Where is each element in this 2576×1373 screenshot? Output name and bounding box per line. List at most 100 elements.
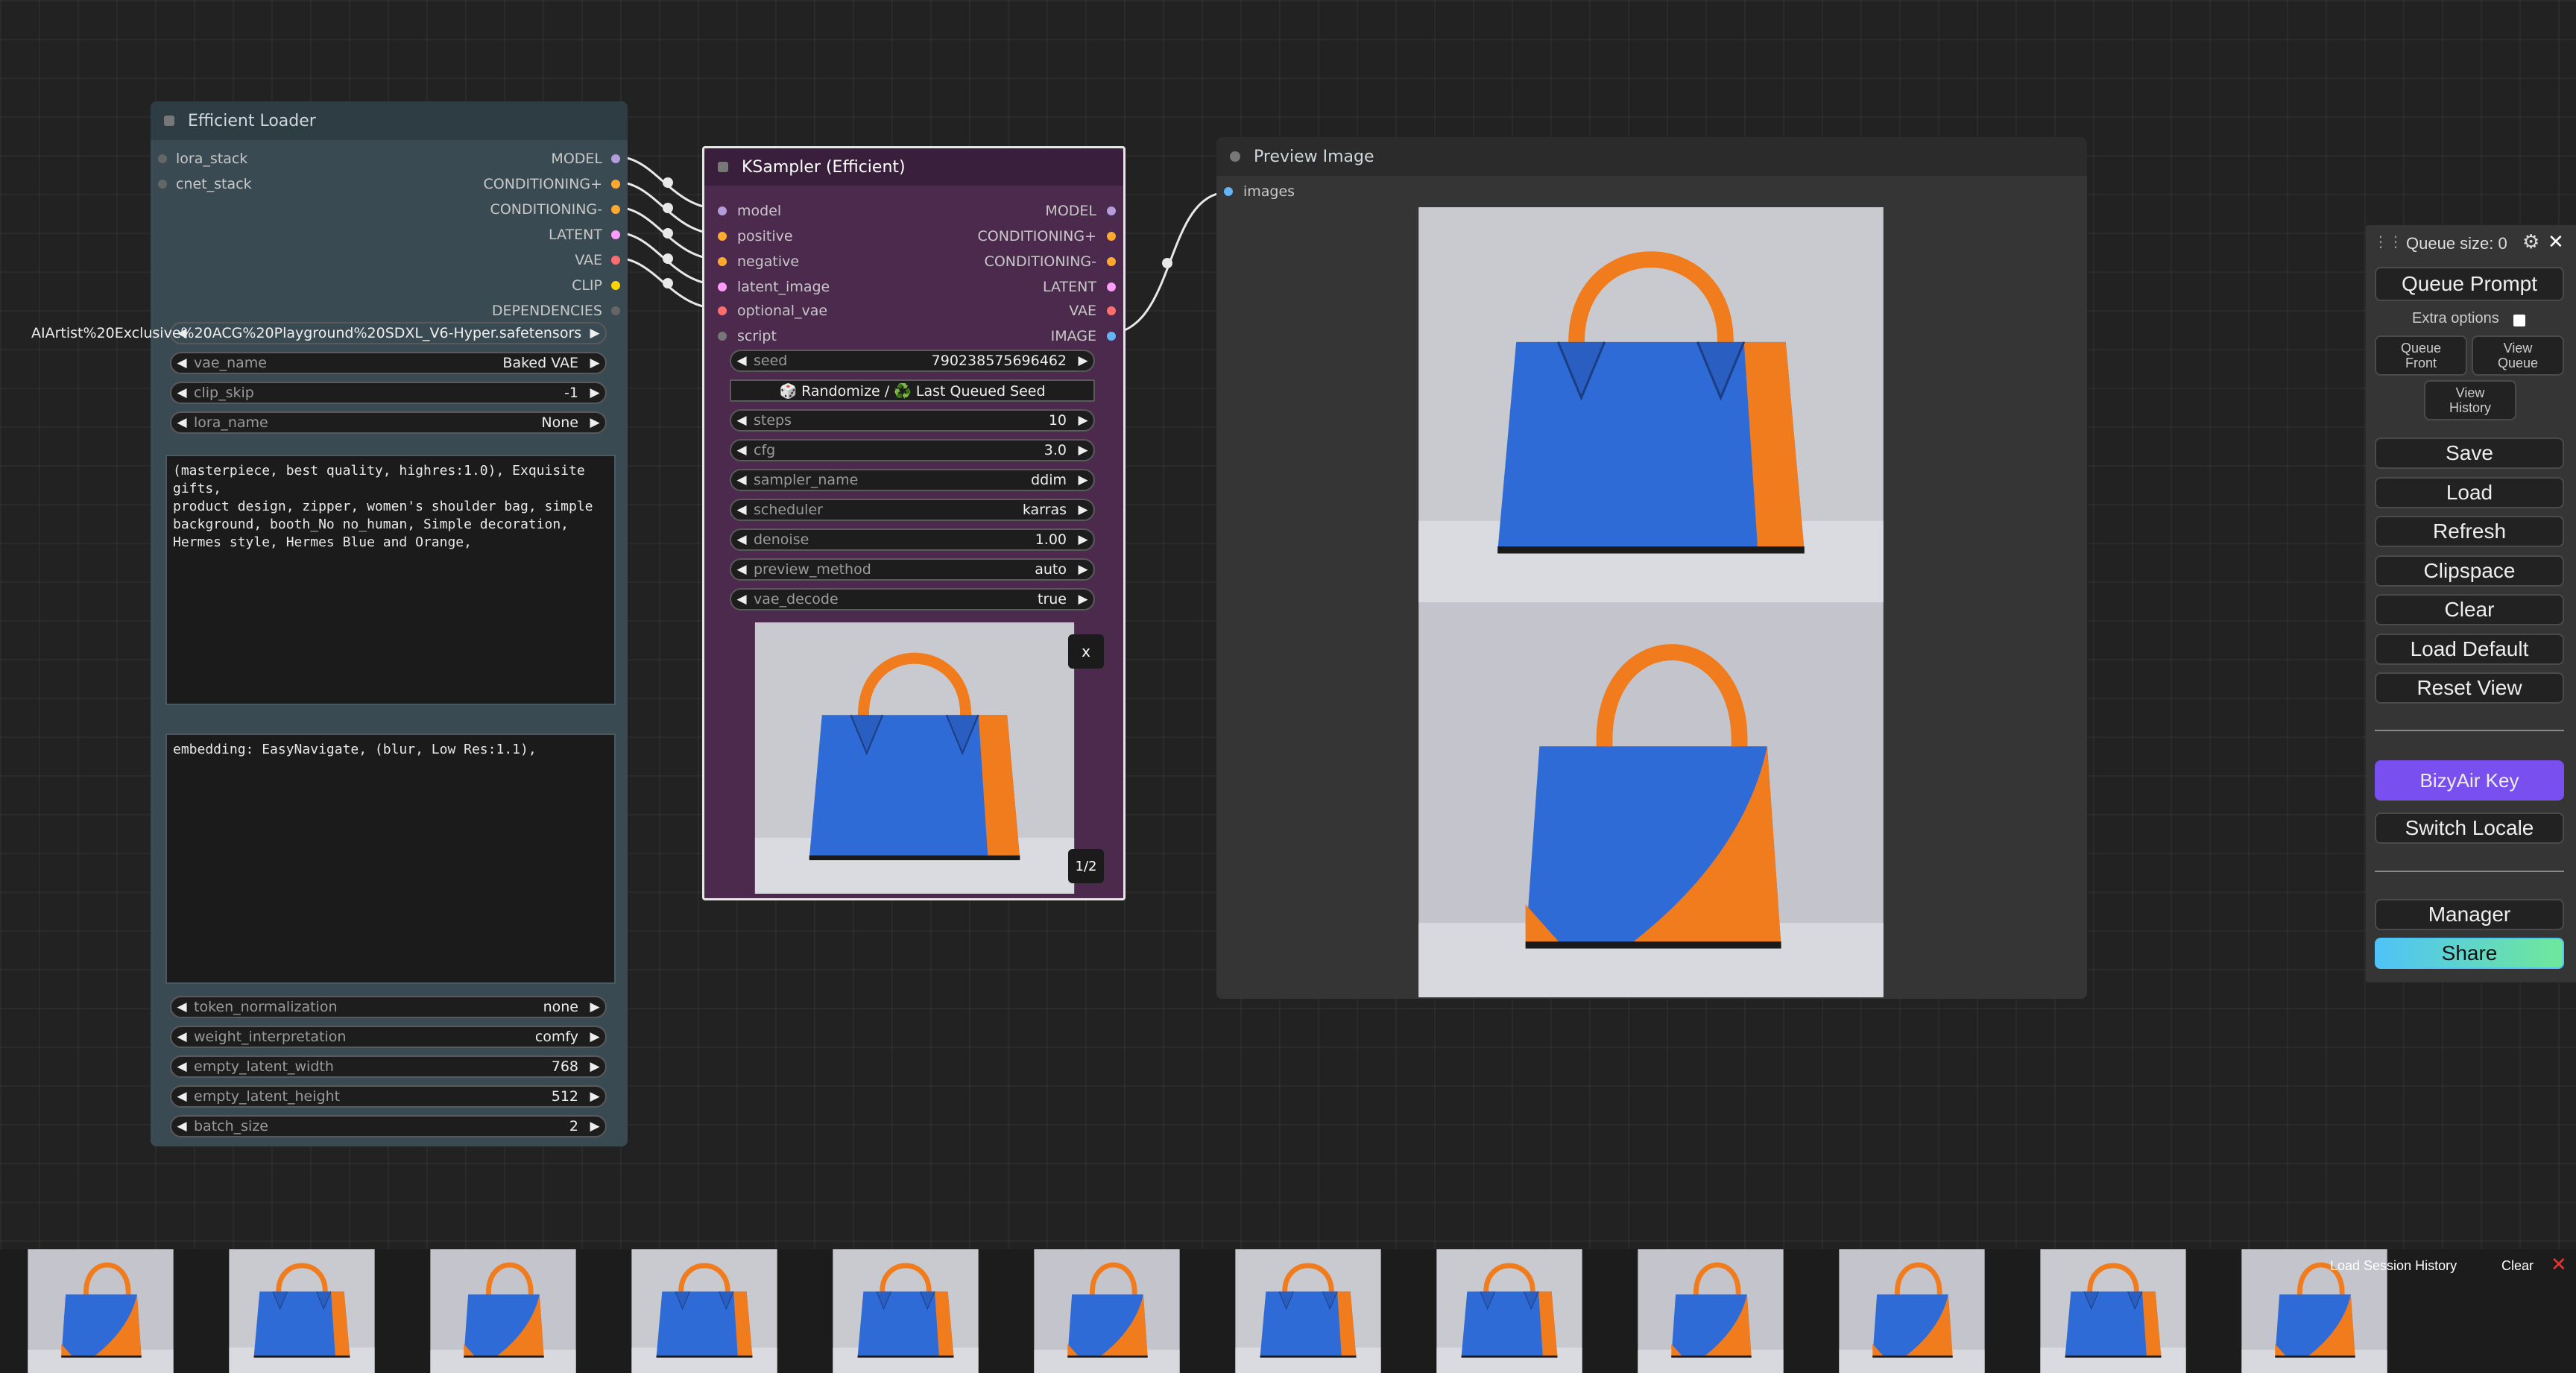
preview-counter[interactable]: 1/2 bbox=[1068, 849, 1104, 883]
output-slot-conditioning-minus[interactable]: CONDITIONING- bbox=[490, 198, 620, 221]
output-slot-vae[interactable]: VAE bbox=[575, 249, 620, 271]
randomize-seed-button[interactable]: 🎲 Randomize / ♻️ Last Queued Seed bbox=[730, 379, 1095, 402]
close-preview-button[interactable]: x bbox=[1068, 634, 1104, 669]
sampler-name-widget[interactable]: ◀ sampler_name ddim ▶ bbox=[730, 469, 1095, 491]
decrement-arrow-icon[interactable]: ◀ bbox=[731, 532, 752, 547]
preview-image-1[interactable] bbox=[1354, 207, 1948, 602]
history-thumbnail[interactable] bbox=[201, 1249, 402, 1373]
history-thumbnail[interactable] bbox=[1208, 1249, 1409, 1373]
increment-arrow-icon[interactable]: ▶ bbox=[584, 1119, 605, 1134]
batch-size-widget[interactable]: ◀ batch_size 2 ▶ bbox=[170, 1115, 607, 1137]
output-slot-image[interactable]: IMAGE bbox=[1051, 325, 1116, 347]
increment-arrow-icon[interactable]: ▶ bbox=[1073, 502, 1093, 517]
increment-arrow-icon[interactable]: ▶ bbox=[584, 326, 605, 341]
history-thumbnail[interactable] bbox=[0, 1249, 201, 1373]
increment-arrow-icon[interactable]: ▶ bbox=[1073, 473, 1093, 487]
output-slot-dependencies[interactable]: DEPENDENCIES bbox=[492, 300, 620, 322]
increment-arrow-icon[interactable]: ▶ bbox=[1073, 413, 1093, 428]
share-button[interactable]: Share bbox=[2375, 938, 2564, 969]
decrement-arrow-icon[interactable]: ◀ bbox=[731, 353, 752, 368]
input-slot-images[interactable]: images bbox=[1224, 180, 1295, 203]
output-slot-vae[interactable]: VAE bbox=[1069, 300, 1116, 322]
reset-view-button[interactable]: Reset View bbox=[2375, 672, 2564, 704]
ksampler-node[interactable]: KSampler (Efficient) model positive nega… bbox=[702, 146, 1126, 900]
preview-image-title-bar[interactable]: Preview Image bbox=[1216, 137, 2087, 176]
steps-widget[interactable]: ◀ steps 10 ▶ bbox=[730, 409, 1095, 432]
history-thumbnail[interactable] bbox=[1811, 1249, 2012, 1373]
clear-button[interactable]: Clear bbox=[2375, 594, 2564, 625]
collapse-icon[interactable] bbox=[164, 116, 174, 126]
input-slot-script[interactable]: script bbox=[718, 325, 777, 347]
output-slot-model[interactable]: MODEL bbox=[1045, 200, 1116, 222]
view-queue-button[interactable]: View Queue bbox=[2472, 335, 2564, 376]
output-slot-latent[interactable]: LATENT bbox=[549, 224, 620, 246]
increment-arrow-icon[interactable]: ▶ bbox=[584, 385, 605, 400]
history-thumbnail[interactable] bbox=[604, 1249, 805, 1373]
input-slot-latent-image[interactable]: latent_image bbox=[718, 276, 830, 298]
vae-decode-widget[interactable]: ◀ vae_decode true ▶ bbox=[730, 588, 1095, 610]
increment-arrow-icon[interactable]: ▶ bbox=[1073, 562, 1093, 577]
scheduler-widget[interactable]: ◀ scheduler karras ▶ bbox=[730, 499, 1095, 521]
drag-handle-icon[interactable]: ⋮⋮ bbox=[2373, 233, 2403, 250]
positive-prompt-textarea[interactable]: (masterpiece, best quality, highres:1.0)… bbox=[165, 455, 616, 705]
history-thumbnail[interactable] bbox=[1610, 1249, 1811, 1373]
queue-front-button[interactable]: Queue Front bbox=[2375, 335, 2467, 376]
decrement-arrow-icon[interactable]: ◀ bbox=[731, 502, 752, 517]
input-slot-lora-stack[interactable]: lora_stack bbox=[158, 148, 247, 170]
clipspace-button[interactable]: Clipspace bbox=[2375, 555, 2564, 587]
refresh-button[interactable]: Refresh bbox=[2375, 516, 2564, 547]
decrement-arrow-icon[interactable]: ◀ bbox=[731, 562, 752, 577]
output-slot-conditioning-plus[interactable]: CONDITIONING+ bbox=[977, 225, 1116, 247]
preview-image-node[interactable]: Preview Image images bbox=[1216, 137, 2087, 999]
history-thumbnail[interactable] bbox=[1006, 1249, 1208, 1373]
history-thumbnail[interactable] bbox=[2012, 1249, 2214, 1373]
cfg-widget[interactable]: ◀ cfg 3.0 ▶ bbox=[730, 439, 1095, 461]
increment-arrow-icon[interactable]: ▶ bbox=[1073, 353, 1093, 368]
collapse-icon[interactable] bbox=[1230, 151, 1240, 162]
decrement-arrow-icon[interactable]: ◀ bbox=[171, 1029, 192, 1044]
increment-arrow-icon[interactable]: ▶ bbox=[584, 1029, 605, 1044]
empty-latent-width-widget[interactable]: ◀ empty_latent_width 768 ▶ bbox=[170, 1055, 607, 1078]
preview-method-widget[interactable]: ◀ preview_method auto ▶ bbox=[730, 558, 1095, 581]
increment-arrow-icon[interactable]: ▶ bbox=[1073, 532, 1093, 547]
input-slot-negative[interactable]: negative bbox=[718, 250, 799, 273]
history-thumbnail[interactable] bbox=[1409, 1249, 1610, 1373]
efficient-loader-node[interactable]: Efficient Loader lora_stack cnet_stack M… bbox=[151, 101, 628, 1146]
decrement-arrow-icon[interactable]: ◀ bbox=[171, 1059, 192, 1074]
close-icon[interactable]: ✕ bbox=[2548, 231, 2564, 253]
input-slot-model[interactable]: model bbox=[718, 200, 781, 222]
vae-name-widget[interactable]: ◀ vae_name Baked VAE ▶ bbox=[170, 352, 607, 374]
gear-icon[interactable]: ⚙ bbox=[2522, 231, 2539, 253]
load-default-button[interactable]: Load Default bbox=[2375, 634, 2564, 665]
decrement-arrow-icon[interactable]: ◀ bbox=[171, 415, 192, 430]
queue-prompt-button[interactable]: Queue Prompt bbox=[2375, 267, 2564, 301]
input-slot-cnet-stack[interactable]: cnet_stack bbox=[158, 173, 252, 195]
increment-arrow-icon[interactable]: ▶ bbox=[584, 415, 605, 430]
increment-arrow-icon[interactable]: ▶ bbox=[1073, 443, 1093, 458]
efficient-loader-title-bar[interactable]: Efficient Loader bbox=[151, 101, 628, 140]
clip-skip-widget[interactable]: ◀ clip_skip -1 ▶ bbox=[170, 382, 607, 404]
switch-locale-button[interactable]: Switch Locale bbox=[2375, 812, 2564, 844]
bizyair-key-button[interactable]: BizyAir Key bbox=[2375, 760, 2564, 801]
decrement-arrow-icon[interactable]: ◀ bbox=[171, 1089, 192, 1104]
increment-arrow-icon[interactable]: ▶ bbox=[584, 1089, 605, 1104]
token-normalization-widget[interactable]: ◀ token_normalization none ▶ bbox=[170, 996, 607, 1018]
decrement-arrow-icon[interactable]: ◀ bbox=[731, 592, 752, 607]
decrement-arrow-icon[interactable]: ◀ bbox=[171, 1000, 192, 1014]
decrement-arrow-icon[interactable]: ◀ bbox=[171, 1119, 192, 1134]
preview-image-2[interactable] bbox=[1354, 602, 1948, 997]
weight-interpretation-widget[interactable]: ◀ weight_interpretation comfy ▶ bbox=[170, 1026, 607, 1048]
input-slot-positive[interactable]: positive bbox=[718, 225, 793, 247]
output-slot-clip[interactable]: CLIP bbox=[572, 274, 620, 297]
collapse-icon[interactable] bbox=[718, 162, 728, 172]
increment-arrow-icon[interactable]: ▶ bbox=[584, 356, 605, 370]
input-slot-optional-vae[interactable]: optional_vae bbox=[718, 300, 827, 322]
manager-button[interactable]: Manager bbox=[2375, 899, 2564, 930]
negative-prompt-textarea[interactable]: embedding: EasyNavigate, (blur, Low Res:… bbox=[165, 733, 616, 984]
load-button[interactable]: Load bbox=[2375, 477, 2564, 508]
increment-arrow-icon[interactable]: ▶ bbox=[584, 1000, 605, 1014]
increment-arrow-icon[interactable]: ▶ bbox=[584, 1059, 605, 1074]
output-slot-conditioning-plus[interactable]: CONDITIONING+ bbox=[483, 173, 620, 195]
decrement-arrow-icon[interactable]: ◀ bbox=[731, 473, 752, 487]
decrement-arrow-icon[interactable]: ◀ bbox=[171, 356, 192, 370]
